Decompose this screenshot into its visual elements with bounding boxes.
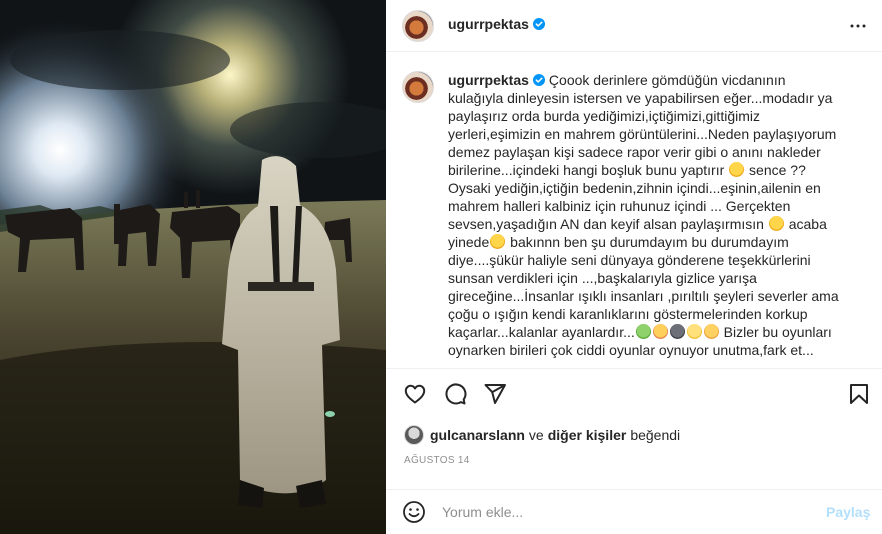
caption-line: acaba: [788, 216, 827, 232]
caption-line: bakınnn ben şu durumdayım bu durumdayım: [510, 234, 789, 250]
like-heart-icon[interactable]: [403, 382, 427, 406]
comment-box: Paylaş: [386, 489, 882, 534]
comment-input[interactable]: [442, 502, 802, 522]
caption-text: ugurrpektas Çoook derinlere gömdüğün vicd…: [448, 71, 864, 359]
caption-line: sunsan verdikleri için ...,başkalarıyla …: [448, 270, 757, 286]
caption-line: kaçarlar...kalanlar ayanlardır...: [448, 324, 635, 340]
thinking-face-emoji-icon: [490, 234, 506, 249]
caption-line: çoğu o ışığın kendi karanlıklarını göste…: [448, 306, 808, 322]
nauseated-face-emoji-icon: [635, 324, 651, 339]
caption-line: Çoook derinlere gömdüğün vicdanının: [548, 72, 786, 88]
author-avatar[interactable]: [402, 10, 434, 42]
post-caption: ugurrpektas Çoook derinlere gömdüğün vicd…: [386, 53, 882, 368]
likes-connector: ve: [528, 427, 544, 443]
caption-line: Oysaki yediğin,içtiğin bedenin,zihnin iç…: [448, 180, 821, 196]
exploding-head-emoji-icon: [652, 324, 668, 339]
post-date[interactable]: AĞUSTOS 14: [404, 455, 470, 466]
caption-line: sevsen,yaşadığın AN dan keyif alsan payl…: [448, 216, 764, 232]
caption-line: yerleri,eşimizin en mahrem görüntülerini…: [448, 126, 837, 142]
hushed-face-emoji-icon: [703, 324, 719, 339]
caption-line: diye....şükür haliyle seni dünyaya gönde…: [448, 252, 811, 268]
caption-line: mahrem halleri kalbiniz için ruhunuz içi…: [448, 198, 791, 214]
post-comment-button[interactable]: Paylaş: [826, 504, 870, 520]
emoji-smiley-icon[interactable]: [402, 500, 426, 524]
author-username[interactable]: ugurrpektas: [448, 16, 545, 32]
caption-line: yinede: [448, 234, 490, 250]
save-bookmark-icon[interactable]: [847, 382, 871, 406]
caption-line: sence ??: [749, 162, 806, 178]
caption-line: kulağıyla dinleyesin istersen ve yapabil…: [448, 90, 833, 106]
thinking-face-emoji-icon: [729, 162, 745, 177]
likes-summary: gulcanarslann ve diğer kişiler beğendi: [404, 424, 684, 446]
likes-suffix: beğendi: [630, 427, 681, 443]
caption-line: Bizler bu oyunları: [723, 324, 832, 340]
post-detail-panel: ugurrpektas ugurrpektas Çoook derinlere g…: [386, 0, 882, 534]
liker-username[interactable]: gulcanarslann: [430, 427, 525, 443]
post-photo[interactable]: [0, 0, 386, 534]
caption-author-username[interactable]: ugurrpektas: [448, 72, 545, 88]
share-send-icon[interactable]: [483, 382, 507, 406]
caption-line: oynarken birileri çok ciddi oyunlar oynu…: [448, 342, 814, 358]
caption-line: demez paylaşan kişi sadece rapor verir g…: [448, 144, 821, 160]
caption-line: gireceğine...İnsanlar ışıklı insanları ,…: [448, 288, 839, 304]
verified-badge-icon: [532, 18, 545, 30]
no-mouth-face-emoji-icon: [686, 324, 702, 339]
post-header: ugurrpektas: [386, 0, 882, 52]
thinking-face-emoji-icon: [768, 216, 784, 231]
caption-line: birilerine...içindeki hangi boşluk bunu …: [448, 162, 725, 178]
caption-author-avatar[interactable]: [402, 71, 434, 103]
post-actions-bar: [386, 368, 882, 418]
caption-line: paylaşırız orda burda yediğimizi,içtiğim…: [448, 108, 760, 124]
likes-others-link[interactable]: diğer kişiler: [548, 427, 627, 443]
comment-bubble-icon[interactable]: [443, 382, 467, 406]
liker-avatar[interactable]: [404, 425, 424, 445]
more-options-icon[interactable]: [846, 14, 870, 38]
verified-badge-icon: [532, 74, 545, 86]
new-moon-emoji-icon: [669, 324, 685, 339]
